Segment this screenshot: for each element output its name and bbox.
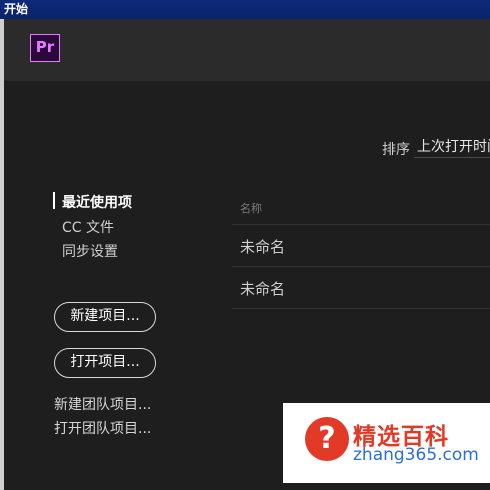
nav-item-cc-files[interactable]: CC 文件 [62,217,114,237]
nav-item-sync-settings[interactable]: 同步设置 [62,241,118,261]
open-team-project-link[interactable]: 打开团队项目... [54,418,151,438]
open-project-button[interactable]: 打开项目... [54,348,156,378]
recent-project-row[interactable]: 未命名 [240,278,285,299]
row-divider [232,308,490,309]
row-divider [232,224,490,225]
new-project-button[interactable]: 新建项目... [54,302,156,332]
recent-project-row[interactable]: 未命名 [240,236,285,257]
window-left-border [0,19,4,490]
sort-label: 排序 [382,142,410,158]
window-title: 开始 [0,0,490,19]
nav-active-marker [53,192,55,209]
watermark-url: zhang365.com [353,445,479,465]
column-header-name[interactable]: 名称 [240,200,262,216]
premiere-logo-icon: Pr [30,34,60,62]
new-team-project-link[interactable]: 新建团队项目... [54,394,151,414]
app-header: Pr [4,19,490,81]
question-mark-icon: ? [305,417,349,461]
row-divider [232,266,490,267]
nav-item-recent[interactable]: 最近使用项 [62,192,132,212]
watermark-overlay: ? 精选百科 zhang365.com [283,403,490,483]
sort-dropdown[interactable]: 上次打开时间 [414,136,490,158]
